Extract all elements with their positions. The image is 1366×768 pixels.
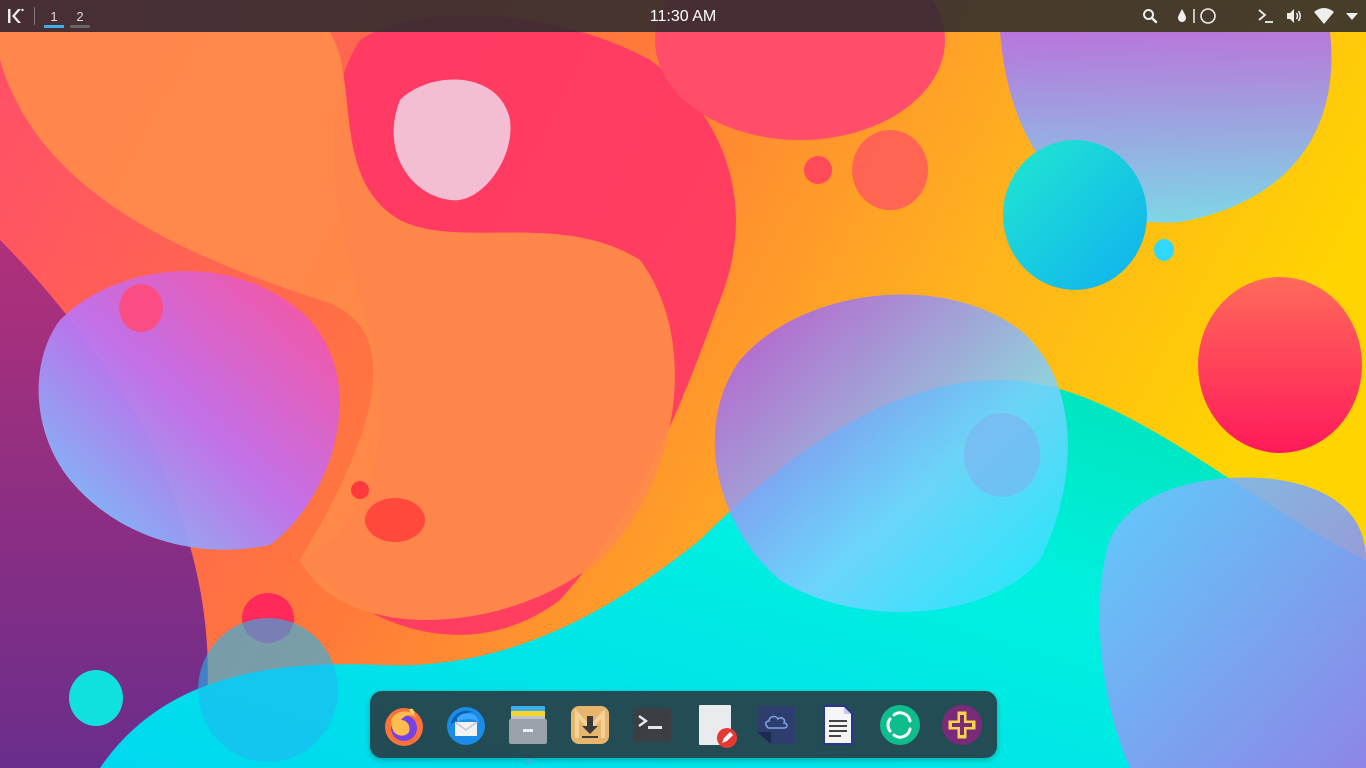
desktop-indicator [70,25,90,28]
wifi-icon[interactable] [1313,6,1335,26]
firefox-icon [385,708,423,746]
download-manager-icon [571,706,609,744]
plus-app-launcher[interactable] [939,702,985,748]
text-editor-launcher[interactable] [691,702,737,748]
app-dock [370,691,997,764]
plus-app-icon [942,705,982,745]
file-manager-launcher[interactable] [505,702,551,764]
theme-toggle-icon[interactable] [1190,6,1218,26]
terminal-icon [633,708,671,742]
clock: 11:30 AM [0,0,1366,33]
top-panel: 1 2 11:30 AM [0,0,1366,32]
kde-menu-icon[interactable] [7,7,25,25]
night-color-icon[interactable] [1172,6,1192,26]
virtual-desktop-label: 2 [76,9,84,24]
expand-tray-icon[interactable] [1342,6,1362,26]
download-manager-launcher[interactable] [567,702,613,748]
element-chat-launcher[interactable] [877,702,923,748]
thunderbird-launcher[interactable] [443,702,489,748]
terminal-tray-icon[interactable] [1256,6,1276,26]
firefox-launcher[interactable] [381,702,427,748]
terminal-launcher[interactable] [629,702,675,748]
thunderbird-icon [447,707,485,745]
element-chat-icon [880,705,920,745]
file-manager-icon [509,706,547,744]
search-icon[interactable] [1140,6,1160,26]
text-editor-icon [699,705,737,748]
panel-separator [34,7,35,25]
volume-icon[interactable] [1284,6,1304,26]
cloud-icon [757,706,795,744]
document-writer-launcher[interactable] [815,702,861,748]
active-desktop-indicator [44,25,64,28]
virtual-desktop-1[interactable]: 1 [43,0,65,32]
document-writer-icon [823,705,853,745]
virtual-desktop-label: 1 [50,9,58,24]
running-indicator [526,759,531,764]
cloud-launcher[interactable] [753,702,799,748]
virtual-desktop-2[interactable]: 2 [69,0,91,32]
clock-time[interactable]: 11:30 AM [650,8,716,25]
desktop-wallpaper [0,0,1366,768]
